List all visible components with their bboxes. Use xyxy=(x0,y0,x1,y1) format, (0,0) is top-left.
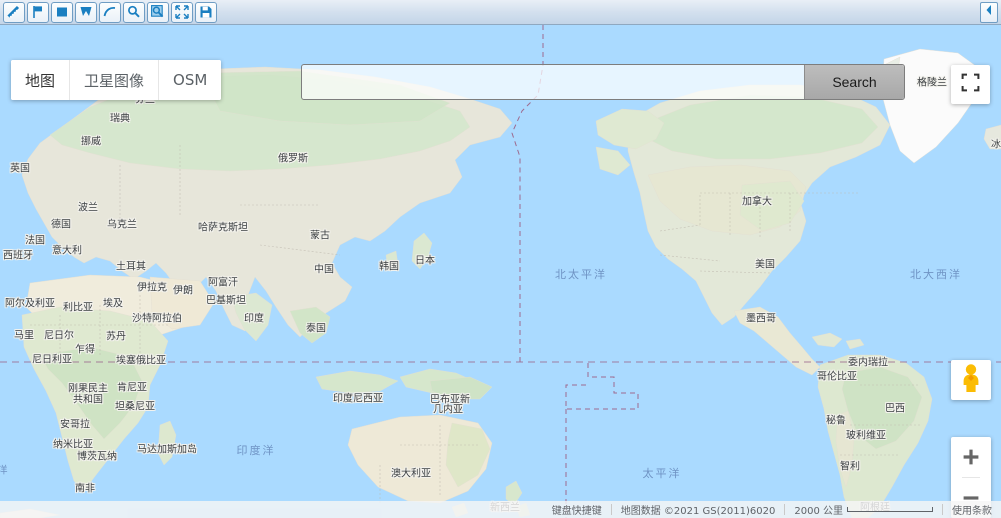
toolbar xyxy=(0,0,1001,25)
map-type-button-0[interactable]: 地图 xyxy=(11,60,71,100)
collapse-panel-button[interactable] xyxy=(980,1,998,23)
flag-marker-button[interactable] xyxy=(27,1,49,23)
plus-icon xyxy=(963,449,979,465)
street-view-pegman-button[interactable] xyxy=(951,360,991,400)
flag-marker-icon xyxy=(30,4,46,20)
fullscreen-button[interactable] xyxy=(951,65,990,104)
scale-label: 2000 公里 xyxy=(794,506,843,517)
measure-path-button[interactable] xyxy=(3,1,25,23)
zoom-to-selection-button[interactable] xyxy=(147,1,169,23)
rectangle-icon xyxy=(54,4,70,20)
rectangle-button[interactable] xyxy=(51,1,73,23)
scale-bar xyxy=(847,507,933,512)
terms-link[interactable]: 使用条款 xyxy=(943,502,1001,517)
save-icon xyxy=(198,4,214,20)
search-icon xyxy=(126,4,142,20)
polygon-icon xyxy=(78,4,94,20)
fit-extent-button[interactable] xyxy=(171,1,193,23)
save-button[interactable] xyxy=(195,1,217,23)
search-input[interactable] xyxy=(302,65,804,99)
map-type-button-1[interactable]: 卫星图像 xyxy=(70,60,160,100)
polyline-icon xyxy=(102,4,118,20)
measure-path-icon xyxy=(6,4,22,20)
map-canvas[interactable]: 芬兰 瑞典 挪威 英国 波兰 德国 乌克兰 俄罗斯 法国 意大利 西班牙 土耳其 哈萨克斯坦 蒙古 中国 伊拉… xyxy=(0,25,1001,518)
search-bar[interactable]: Search xyxy=(301,64,905,100)
search-submit-button[interactable]: Search xyxy=(804,65,904,99)
polyline-button[interactable] xyxy=(99,1,121,23)
map-data-attribution: 地图数据 ©2021 GS(2011)6020 xyxy=(620,506,776,517)
map-type-label: 卫星图像 xyxy=(84,71,145,90)
fullscreen-icon xyxy=(961,73,980,97)
zoom-to-selection-icon xyxy=(150,4,166,20)
street-view-pegman-icon xyxy=(960,363,982,398)
map-type-button-2[interactable]: OSM xyxy=(159,60,222,100)
polygon-button[interactable] xyxy=(75,1,97,23)
map-footer: 键盘快捷键 地图数据 ©2021 GS(2011)6020 2000 公里 使用… xyxy=(0,501,1001,518)
scale-indicator: 2000 公里 xyxy=(785,502,942,517)
chevron-left-icon xyxy=(984,3,994,21)
search-button-toolbar[interactable] xyxy=(123,1,145,23)
fit-extent-icon xyxy=(174,4,190,20)
map-type-label: OSM xyxy=(173,71,208,89)
keyboard-shortcuts-link[interactable]: 键盘快捷键 xyxy=(543,502,611,517)
zoom-in-button[interactable] xyxy=(951,437,991,477)
map-type-label: 地图 xyxy=(25,71,56,90)
map-type-switcher[interactable]: 地图 卫星图像 OSM xyxy=(11,60,222,100)
